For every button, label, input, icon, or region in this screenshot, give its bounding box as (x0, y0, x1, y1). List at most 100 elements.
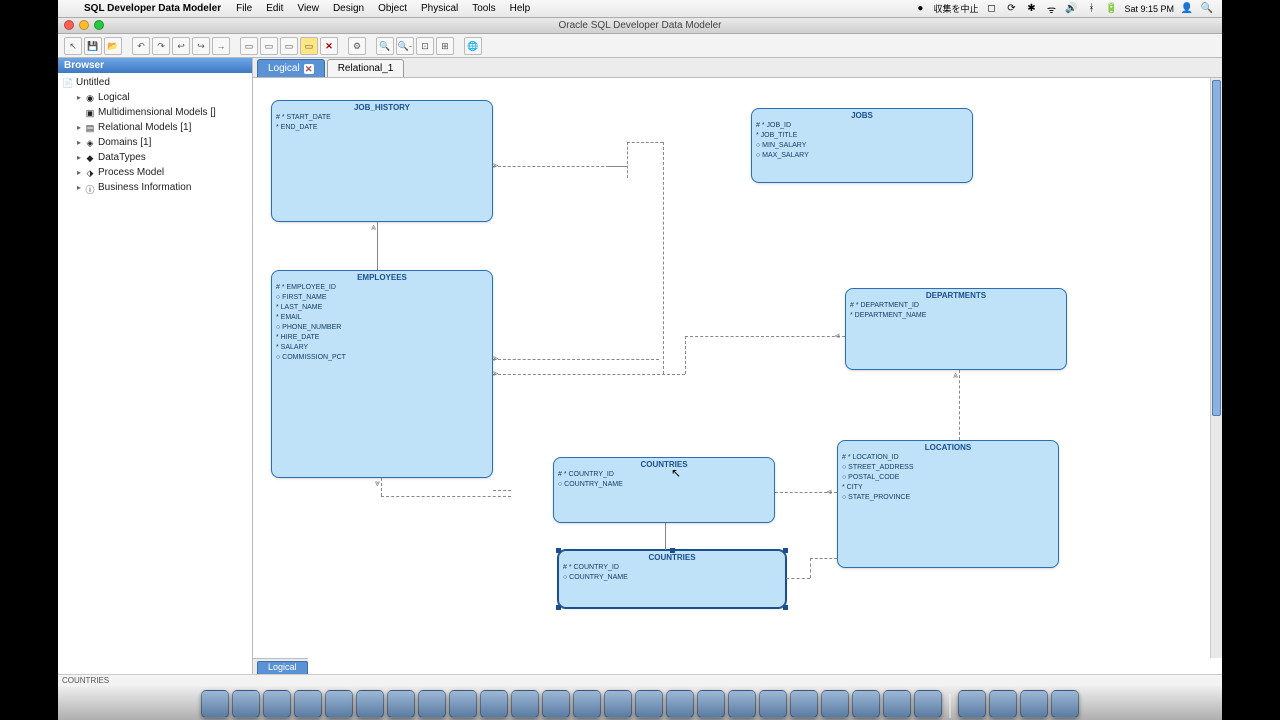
dock-garageband-icon[interactable] (759, 690, 787, 718)
nav-next-button[interactable]: → (212, 37, 230, 55)
diagram-canvas[interactable]: JOB_HISTORY # * START_DATE * END_DATE JO… (253, 78, 1210, 658)
resize-handle[interactable] (670, 548, 675, 553)
disclose-icon[interactable]: ▸ (74, 168, 84, 177)
app-menu[interactable]: SQL Developer Data Modeler (76, 3, 229, 14)
tree-item-domains[interactable]: ▸◈Domains [1] (60, 135, 250, 150)
entity-departments[interactable]: DEPARTMENTS # * DEPARTMENT_ID * DEPARTME… (845, 288, 1067, 370)
dock-doc-icon[interactable] (958, 690, 986, 718)
disclose-icon[interactable]: ▸ (74, 183, 84, 192)
relation-line[interactable] (627, 142, 663, 143)
record-status-icon[interactable]: ● (913, 3, 927, 14)
entity-locations[interactable]: LOCATIONS # * LOCATION_ID ○ STREET_ADDRE… (837, 440, 1059, 568)
entity-countries-a[interactable]: COUNTRIES # * COUNTRY_ID ○ COUNTRY_NAME (553, 457, 775, 523)
subview-tab-logical[interactable]: Logical (257, 661, 308, 675)
zoom-in-button[interactable]: 🔍+ (376, 37, 394, 55)
zoom-out-button[interactable]: 🔍- (396, 37, 414, 55)
dock-app-icon[interactable] (387, 690, 415, 718)
tab-relational[interactable]: Relational_1 (327, 59, 405, 77)
relation-line[interactable] (627, 142, 628, 178)
minimize-window-button[interactable] (79, 20, 89, 30)
fit-button[interactable]: ⊡ (416, 37, 434, 55)
menu-view[interactable]: View (290, 3, 326, 14)
relation-line[interactable] (685, 336, 845, 337)
dock-safari-icon[interactable] (325, 690, 353, 718)
dock-timemachine-icon[interactable] (821, 690, 849, 718)
tree-item-logical[interactable]: ▸◉Logical (60, 90, 250, 105)
zoom-window-button[interactable] (94, 20, 104, 30)
dock-x11-icon[interactable] (263, 690, 291, 718)
new-relation-button[interactable]: ▭ (280, 37, 298, 55)
relation-line[interactable] (663, 142, 664, 374)
disclose-icon[interactable]: ▸ (74, 153, 84, 162)
clock[interactable]: Sat 9:15 PM (1124, 4, 1174, 14)
dock-finder-icon[interactable] (201, 690, 229, 718)
dock-trash-icon[interactable] (1051, 690, 1079, 718)
relation-line[interactable] (810, 558, 837, 559)
menu-object[interactable]: Object (371, 3, 414, 14)
tray-icon-1[interactable]: ◻ (984, 3, 998, 14)
relation-line[interactable] (786, 578, 810, 579)
dock-app-icon[interactable] (635, 690, 663, 718)
dock-preview-icon[interactable] (418, 690, 446, 718)
entity-countries-b[interactable]: COUNTRIES # * COUNTRY_ID ○ COUNTRY_NAME (558, 550, 786, 608)
new-note-button[interactable]: ▭ (300, 37, 318, 55)
pointer-tool-button[interactable]: ↖ (64, 37, 82, 55)
menu-physical[interactable]: Physical (414, 3, 465, 14)
engineer-button[interactable]: ⚙ (348, 37, 366, 55)
tree-item-process[interactable]: ▸⬗Process Model (60, 165, 250, 180)
tray-icon-3[interactable]: ✱ (1024, 3, 1038, 14)
menu-design[interactable]: Design (326, 3, 371, 14)
search-button[interactable]: 🌐 (464, 37, 482, 55)
menu-file[interactable]: File (229, 3, 259, 14)
disclose-icon[interactable]: ▸ (74, 93, 84, 102)
dock-doc-icon[interactable] (1020, 690, 1048, 718)
relation-line[interactable] (665, 523, 666, 550)
relation-line[interactable] (810, 558, 811, 578)
dock-app-icon[interactable] (604, 690, 632, 718)
fit-all-button[interactable]: ⊞ (436, 37, 454, 55)
relation-line[interactable] (493, 359, 659, 360)
dock-quicktime-icon[interactable] (449, 690, 477, 718)
dock-app-icon[interactable] (480, 690, 508, 718)
save-button[interactable]: 💾 (84, 37, 102, 55)
menu-tools[interactable]: Tools (465, 3, 502, 14)
menu-help[interactable]: Help (503, 3, 538, 14)
new-entity-button[interactable]: ▭ (240, 37, 258, 55)
disclose-icon[interactable]: ▸ (74, 123, 84, 132)
tray-icon-2[interactable]: ⟳ (1004, 3, 1018, 14)
tab-logical[interactable]: Logical✕ (257, 59, 325, 77)
relation-line[interactable] (381, 496, 511, 497)
dock-imovie-icon[interactable] (728, 690, 756, 718)
tree-item-datatypes[interactable]: ▸◆DataTypes (60, 150, 250, 165)
tree-root[interactable]: 📄 Untitled (60, 75, 250, 90)
bluetooth-icon[interactable]: ᚼ (1084, 3, 1098, 14)
entity-employees[interactable]: EMPLOYEES # * EMPLOYEE_ID ○ FIRST_NAME *… (271, 270, 493, 478)
dock-itunes-icon[interactable] (666, 690, 694, 718)
battery-icon[interactable]: 🔋 (1104, 3, 1118, 14)
resize-handle[interactable] (783, 605, 788, 610)
dock-textedit-icon[interactable] (356, 690, 384, 718)
tab-close-icon[interactable]: ✕ (304, 64, 314, 74)
tree-item-business[interactable]: ▸ⓘBusiness Information (60, 180, 250, 195)
user-icon[interactable]: 👤 (1180, 3, 1194, 14)
relation-line[interactable] (959, 370, 960, 440)
relation-line[interactable] (685, 336, 686, 374)
open-button[interactable]: 📂 (104, 37, 122, 55)
tree-item-relational[interactable]: ▸▤Relational Models [1] (60, 120, 250, 135)
new-view-button[interactable]: ▭ (260, 37, 278, 55)
nav-fwd-button[interactable]: ↪ (192, 37, 210, 55)
dock-iphoto-icon[interactable] (697, 690, 725, 718)
relation-line[interactable] (609, 166, 627, 167)
browser-tree[interactable]: 📄 Untitled ▸◉Logical ▣Multidimensional M… (58, 73, 252, 197)
resize-handle[interactable] (556, 548, 561, 553)
dock-syspref-icon[interactable] (852, 690, 880, 718)
relation-line[interactable] (493, 166, 609, 167)
resize-handle[interactable] (556, 605, 561, 610)
redo-button[interactable]: ↷ (152, 37, 170, 55)
dock-app-icon[interactable] (790, 690, 818, 718)
dock-terminal-icon[interactable] (294, 690, 322, 718)
nav-back-button[interactable]: ↩ (172, 37, 190, 55)
dock-numbers-icon[interactable] (914, 690, 942, 718)
delete-button[interactable]: ✕ (320, 37, 338, 55)
spotlight-icon[interactable]: 🔍 (1200, 3, 1214, 14)
